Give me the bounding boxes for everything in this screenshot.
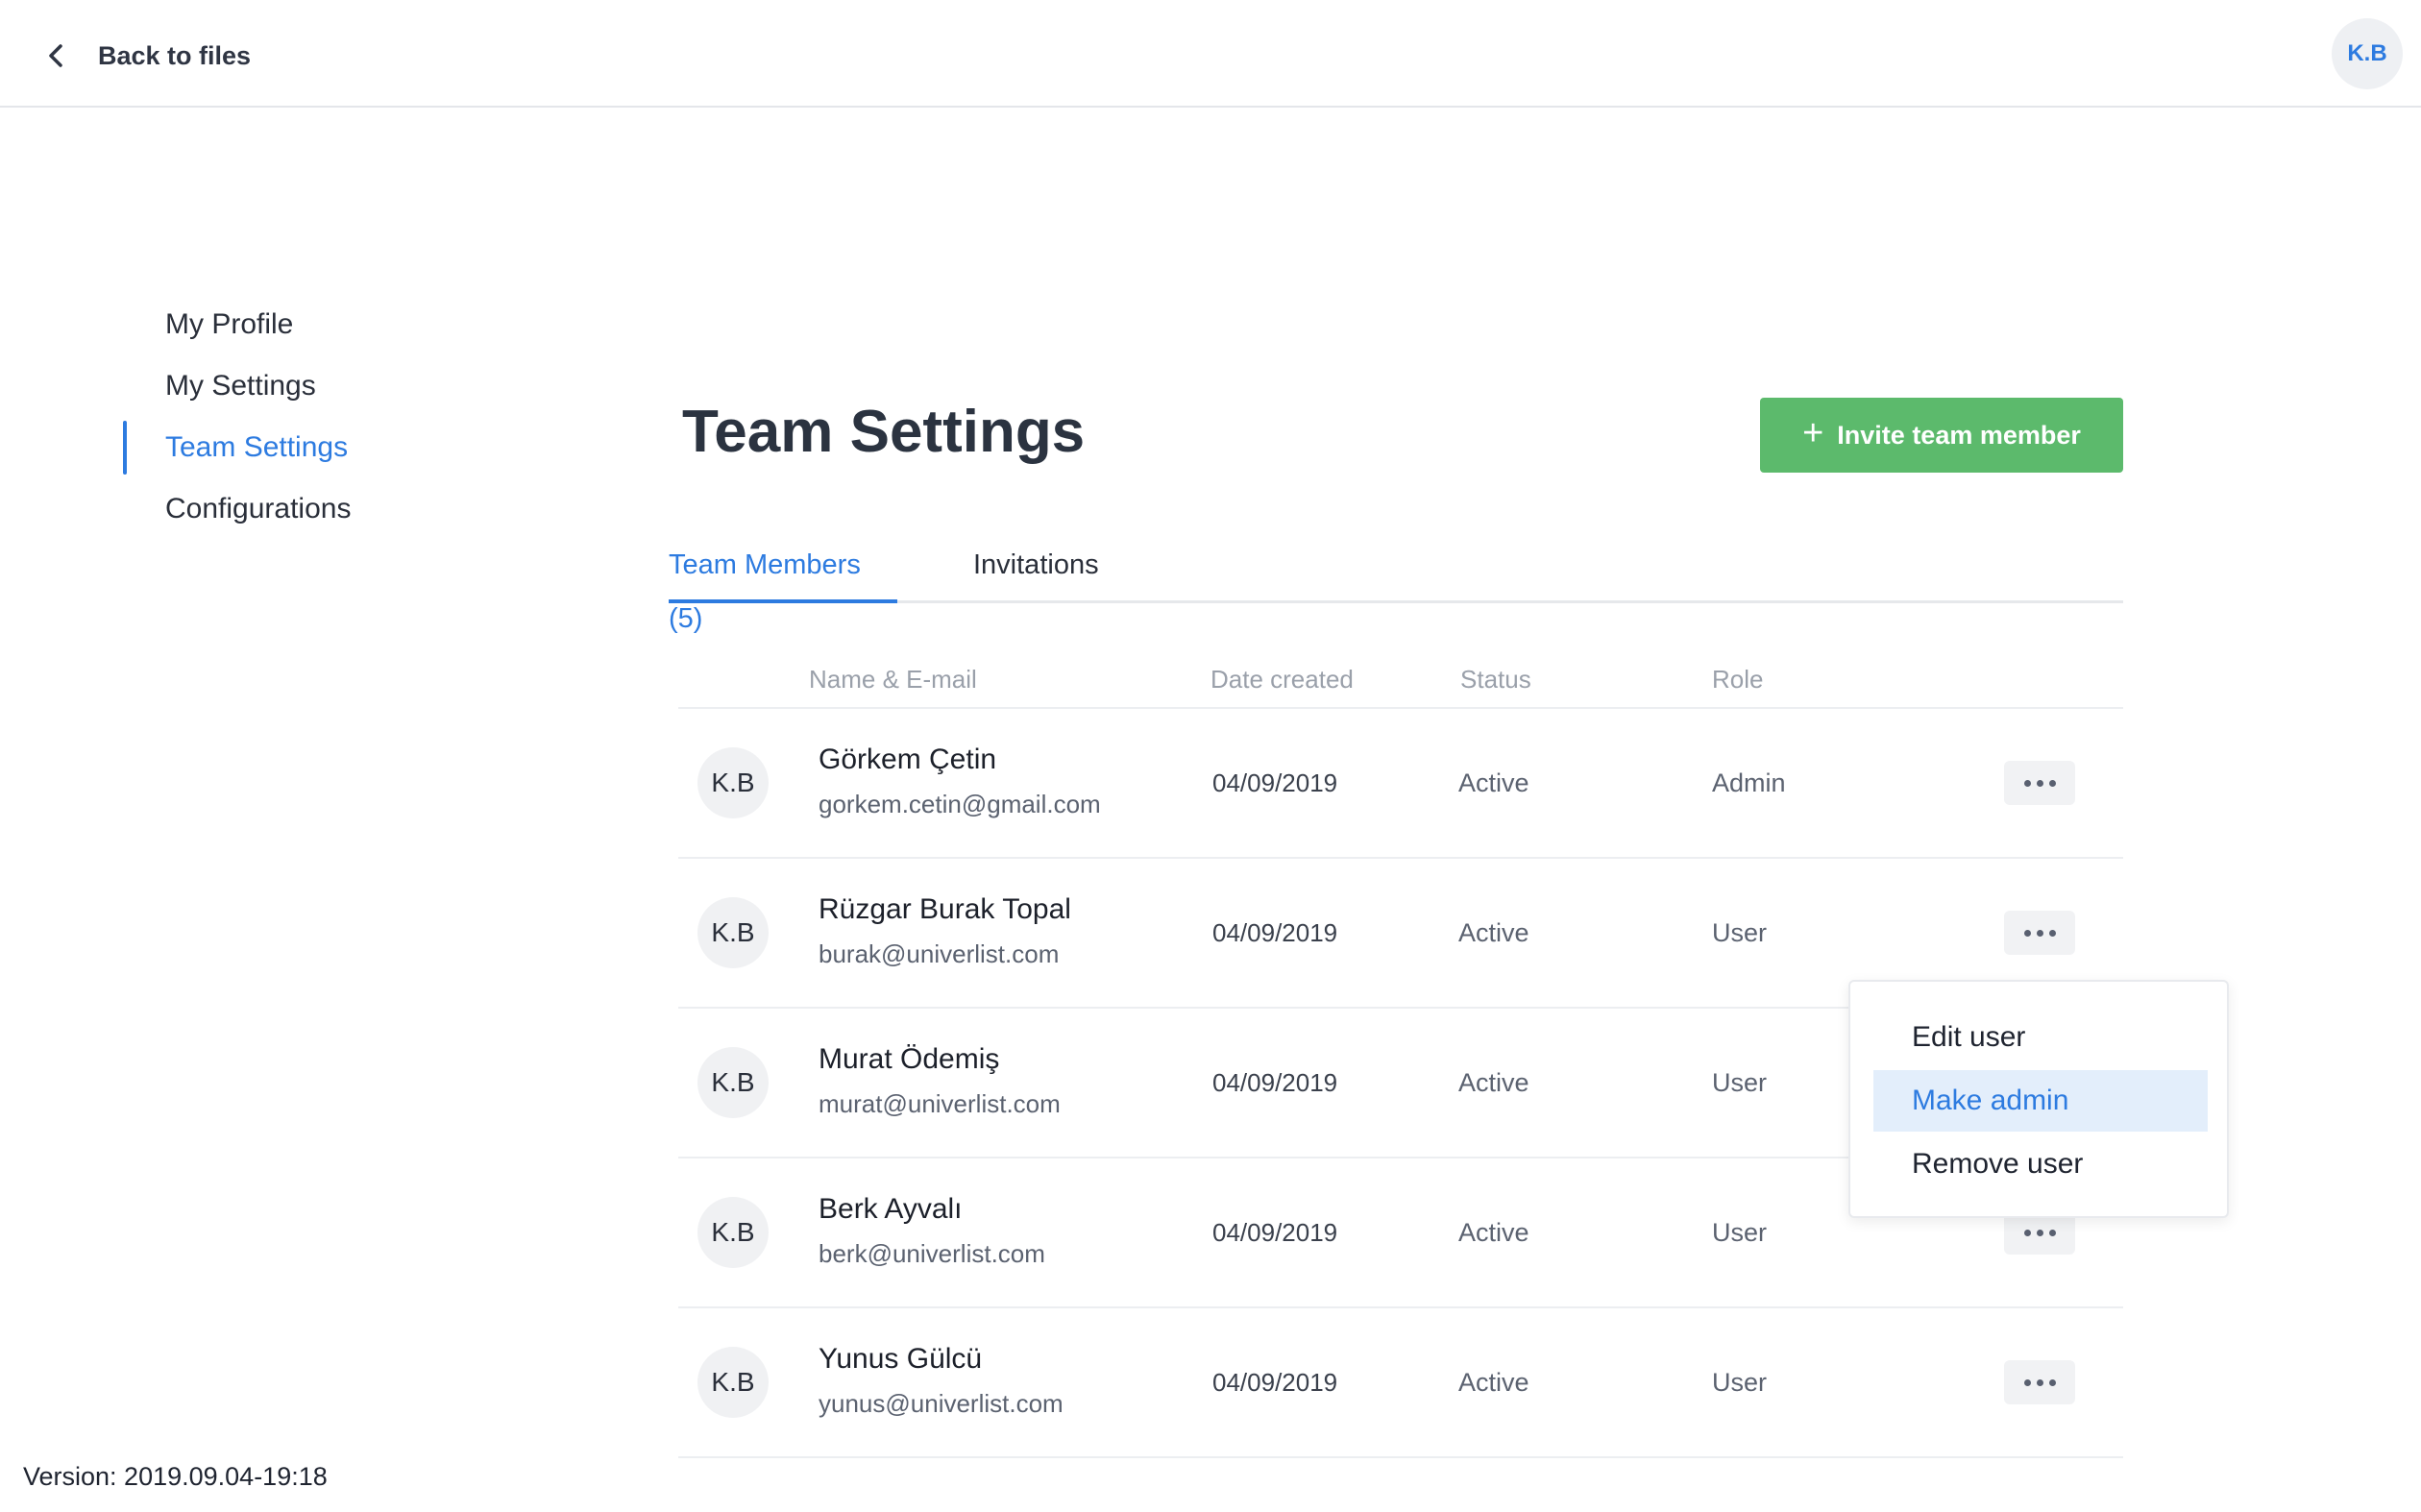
member-name: Murat Ödemiş <box>819 1043 1000 1075</box>
member-date-created: 04/09/2019 <box>1212 768 1338 797</box>
sidebar-item-my-profile[interactable]: My Profile <box>123 294 507 355</box>
user-avatar[interactable]: K.B <box>2332 18 2403 89</box>
avatar: K.B <box>697 897 769 968</box>
page-title: Team Settings <box>682 399 1086 465</box>
row-actions-menu: Edit user Make admin Remove user <box>1848 980 2229 1218</box>
column-header-name-email: Name & E-mail <box>809 665 977 694</box>
member-date-created: 04/09/2019 <box>1212 918 1338 947</box>
more-horizontal-icon <box>2023 779 2056 787</box>
member-date-created: 04/09/2019 <box>1212 1068 1338 1097</box>
row-more-button[interactable] <box>2004 911 2075 955</box>
member-status: Active <box>1458 768 1529 797</box>
version-label: Version: 2019.09.04-19:18 <box>23 1462 328 1491</box>
sidebar-item-my-settings[interactable]: My Settings <box>123 355 507 417</box>
tab-team-members[interactable]: Team Members (5) <box>669 538 897 634</box>
table-header: Name & E-mail Date created Status Role <box>678 653 2123 709</box>
more-horizontal-icon <box>2023 929 2056 937</box>
back-to-files-label: Back to files <box>98 40 252 70</box>
row-more-button[interactable] <box>2004 761 2075 805</box>
invite-button-label: Invite team member <box>1837 420 2081 450</box>
team-tabs: Team Members (5) Invitations <box>669 538 2123 634</box>
member-role: User <box>1712 1368 1768 1397</box>
member-role: User <box>1712 918 1768 947</box>
menu-item-remove-user[interactable]: Remove user <box>1873 1134 2208 1195</box>
member-date-created: 04/09/2019 <box>1212 1218 1338 1247</box>
tab-invitations[interactable]: Invitations <box>973 538 1099 603</box>
invite-team-member-button[interactable]: + Invite team member <box>1760 398 2123 473</box>
member-name: Rüzgar Burak Topal <box>819 893 1071 925</box>
member-status: Active <box>1458 1368 1529 1397</box>
member-email: gorkem.cetin@gmail.com <box>819 790 1101 818</box>
column-header-status: Status <box>1460 665 1531 694</box>
member-role: User <box>1712 1218 1768 1247</box>
member-email: berk@univerlist.com <box>819 1239 1045 1268</box>
avatar: K.B <box>697 1347 769 1418</box>
member-name: Görkem Çetin <box>819 744 997 775</box>
member-status: Active <box>1458 1068 1529 1097</box>
table-row: K.B Yunus Gülcü yunus@univerlist.com 04/… <box>678 1308 2123 1458</box>
member-email: burak@univerlist.com <box>819 939 1060 968</box>
member-name: Berk Ayvalı <box>819 1193 963 1225</box>
member-role: Admin <box>1712 768 1786 797</box>
avatar: K.B <box>697 1197 769 1268</box>
chevron-left-icon <box>38 38 73 73</box>
column-header-role: Role <box>1712 665 1764 694</box>
member-email: murat@univerlist.com <box>819 1089 1061 1118</box>
sidebar-item-configurations[interactable]: Configurations <box>123 478 507 540</box>
member-status: Active <box>1458 918 1529 947</box>
table-row: K.B Görkem Çetin gorkem.cetin@gmail.com … <box>678 709 2123 859</box>
member-name: Yunus Gülcü <box>819 1343 983 1375</box>
more-horizontal-icon <box>2023 1229 2056 1236</box>
more-horizontal-icon <box>2023 1378 2056 1386</box>
member-role: User <box>1712 1068 1768 1097</box>
column-header-date-created: Date created <box>1210 665 1354 694</box>
avatar: K.B <box>697 747 769 818</box>
plus-icon: + <box>1802 413 1824 453</box>
avatar: K.B <box>697 1047 769 1118</box>
member-date-created: 04/09/2019 <box>1212 1368 1338 1397</box>
member-status: Active <box>1458 1218 1529 1247</box>
top-bar: Back to files K.B <box>0 0 2421 108</box>
sidebar-item-team-settings[interactable]: Team Settings <box>123 417 507 478</box>
back-to-files-link[interactable]: Back to files <box>38 31 251 81</box>
row-more-button[interactable] <box>2004 1360 2075 1404</box>
settings-sidebar: My Profile My Settings Team Settings Con… <box>123 294 507 540</box>
member-email: yunus@univerlist.com <box>819 1389 1064 1418</box>
menu-item-edit-user[interactable]: Edit user <box>1873 1007 2208 1068</box>
menu-item-make-admin[interactable]: Make admin <box>1873 1070 2208 1132</box>
